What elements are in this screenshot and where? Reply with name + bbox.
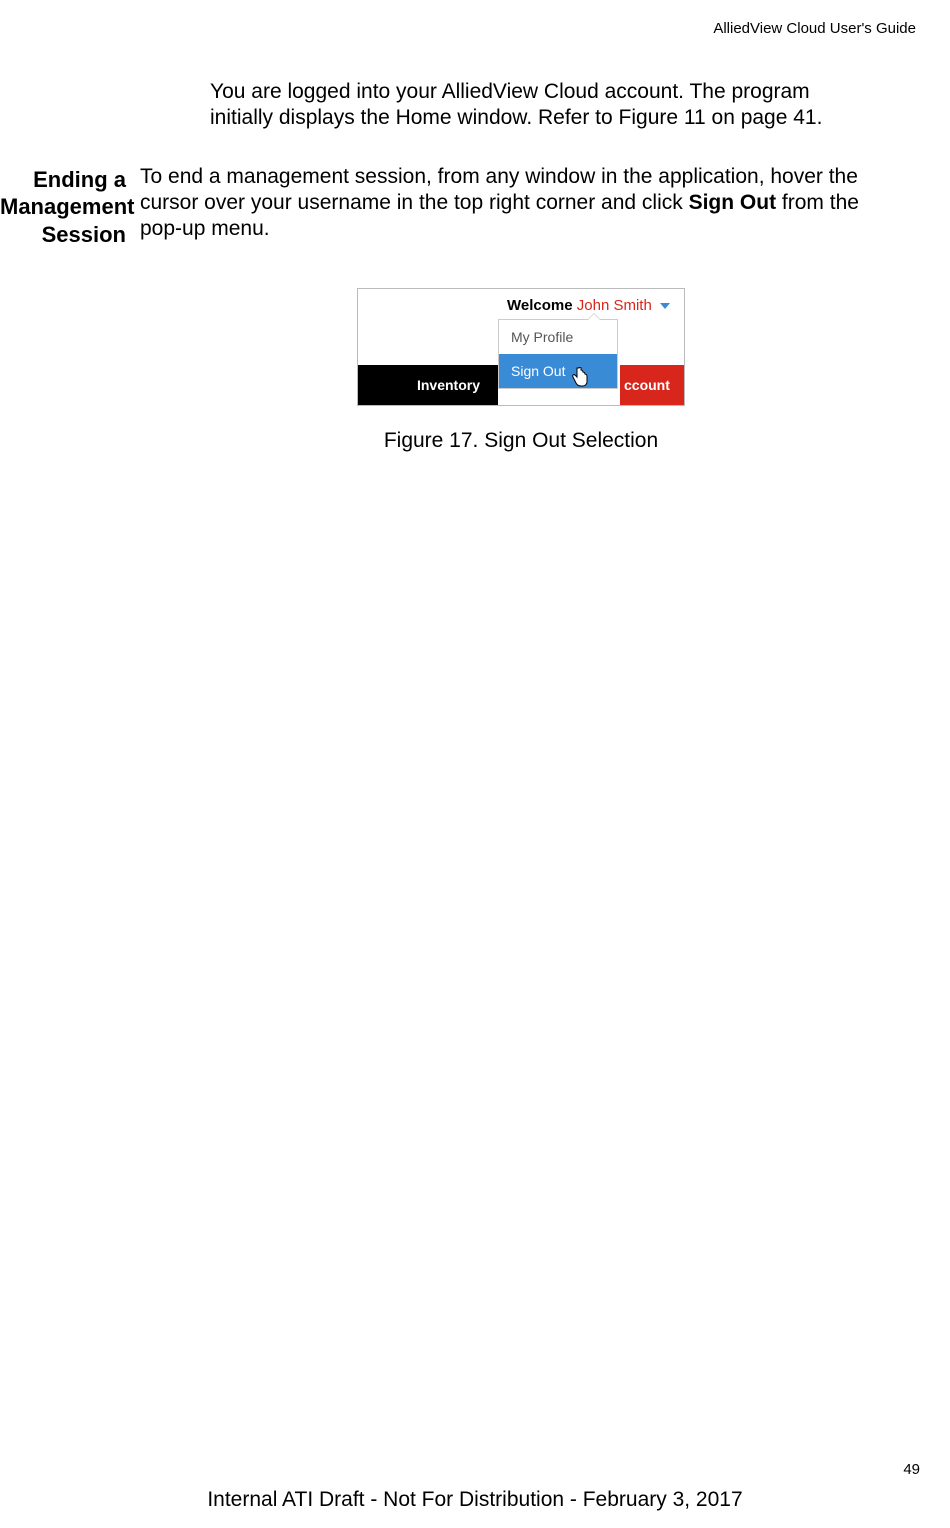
nav-tab-account[interactable]: ccount: [620, 365, 684, 405]
intro-paragraph: You are logged into your AlliedView Clou…: [210, 79, 842, 132]
figure: Welcome John Smith My Profile Sign Out: [140, 288, 902, 454]
content-area: You are logged into your AlliedView Clou…: [0, 79, 922, 455]
footer-note: Internal ATI Draft - Not For Distributio…: [0, 1488, 950, 1512]
dropdown-item-sign-out[interactable]: Sign Out: [499, 354, 617, 388]
figure-caption: Figure 17. Sign Out Selection: [384, 428, 658, 454]
username-link[interactable]: John Smith: [577, 297, 652, 314]
section: Ending a Management Session To end a man…: [0, 164, 922, 455]
signout-ui-screenshot: Welcome John Smith My Profile Sign Out: [357, 288, 685, 406]
section-body-bold: Sign Out: [689, 191, 777, 214]
page: AlliedView Cloud User's Guide You are lo…: [0, 0, 950, 1528]
running-header: AlliedView Cloud User's Guide: [0, 20, 922, 37]
page-number: 49: [903, 1461, 920, 1478]
user-dropdown: My Profile Sign Out: [498, 319, 618, 389]
nav-tab-inventory[interactable]: Inventory: [358, 365, 498, 405]
dropdown-item-my-profile[interactable]: My Profile: [499, 320, 617, 354]
welcome-bar: Welcome John Smith: [358, 289, 684, 323]
dropdown-item-label: Sign Out: [511, 363, 565, 379]
chevron-down-icon[interactable]: [660, 303, 670, 309]
welcome-label: Welcome: [507, 297, 573, 314]
section-heading: Ending a Management Session: [0, 164, 140, 249]
dropdown-arrow-icon: [587, 313, 601, 320]
section-body: To end a management session, from any wi…: [140, 164, 902, 455]
